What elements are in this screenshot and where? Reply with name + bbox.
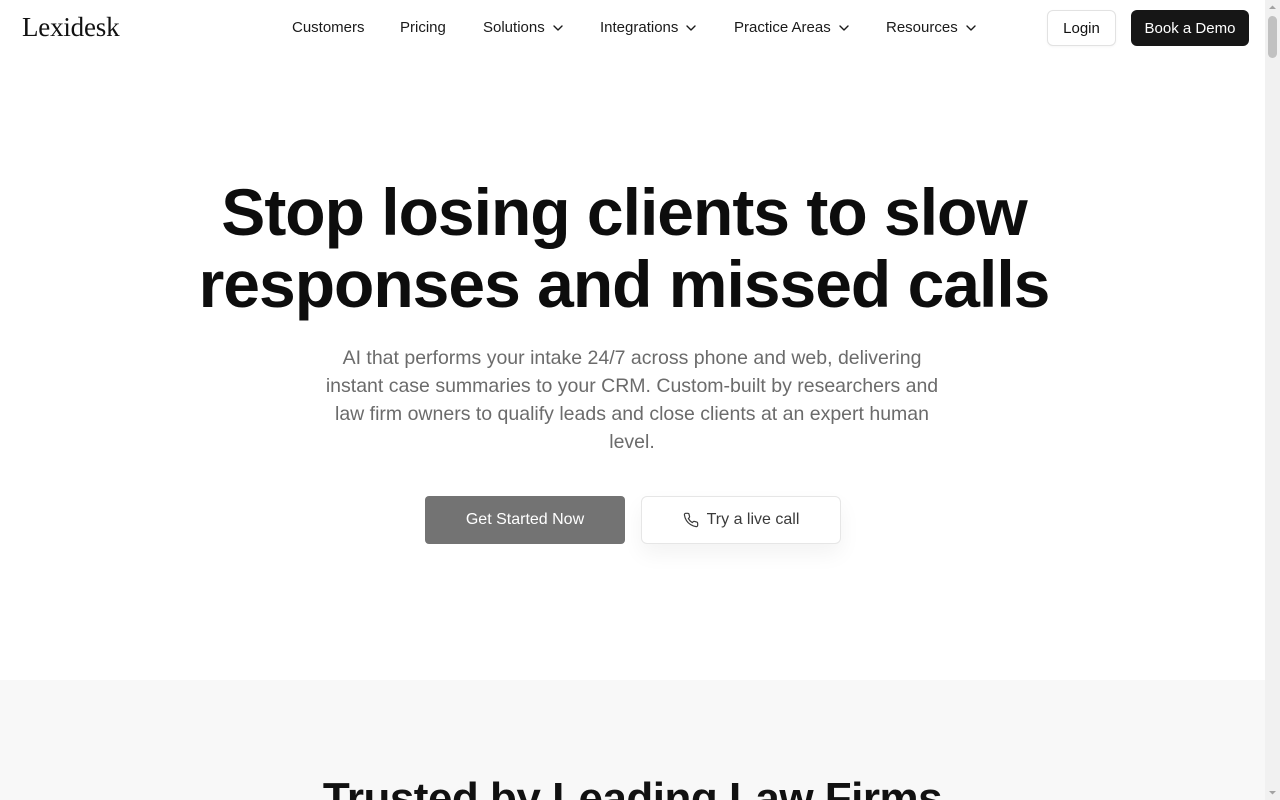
chevron-down-icon xyxy=(684,21,698,35)
nav-item-solutions[interactable]: Solutions xyxy=(483,19,565,36)
vertical-scrollbar[interactable] xyxy=(1265,0,1280,800)
get-started-button[interactable]: Get Started Now xyxy=(425,496,625,544)
nav-item-label: Pricing xyxy=(400,19,446,36)
try-live-call-button[interactable]: Try a live call xyxy=(641,496,841,544)
chevron-down-icon xyxy=(964,21,978,35)
site-header: Lexidesk Customers Pricing Solutions Int… xyxy=(0,0,1265,56)
logo[interactable]: Lexidesk xyxy=(22,12,120,43)
nav-item-label: Practice Areas xyxy=(734,19,831,36)
nav-item-customers[interactable]: Customers xyxy=(292,19,365,36)
scrollbar-thumb[interactable] xyxy=(1268,16,1277,58)
page-content: Lexidesk Customers Pricing Solutions Int… xyxy=(0,0,1265,800)
book-demo-button[interactable]: Book a Demo xyxy=(1131,10,1249,46)
nav-item-label: Solutions xyxy=(483,19,545,36)
scroll-down-arrow-icon[interactable] xyxy=(1265,785,1280,800)
nav-item-resources[interactable]: Resources xyxy=(886,19,978,36)
hero-title: Stop losing clients to slow responses an… xyxy=(0,176,1248,320)
nav-item-integrations[interactable]: Integrations xyxy=(600,19,698,36)
nav-item-label: Resources xyxy=(886,19,958,36)
trusted-section: Trusted by Leading Law Firms xyxy=(0,680,1265,800)
scroll-up-arrow-icon[interactable] xyxy=(1265,0,1280,15)
hero-title-line-2: responses and missed calls xyxy=(198,247,1051,321)
chevron-down-icon xyxy=(551,21,565,35)
nav-item-pricing[interactable]: Pricing xyxy=(400,19,446,36)
chevron-down-icon xyxy=(837,21,851,35)
try-live-call-label: Try a live call xyxy=(706,511,800,528)
nav-item-practice-areas[interactable]: Practice Areas xyxy=(734,19,851,36)
page: Lexidesk Customers Pricing Solutions Int… xyxy=(0,0,1280,800)
nav-item-label: Integrations xyxy=(600,19,679,36)
trusted-title: Trusted by Leading Law Firms xyxy=(322,774,943,800)
login-button[interactable]: Login xyxy=(1047,10,1116,46)
hero-subtitle: AI that performs your intake 24/7 across… xyxy=(325,347,939,453)
phone-icon xyxy=(683,512,699,528)
hero-title-line-1: Stop losing clients to slow xyxy=(221,175,1027,249)
nav-item-label: Customers xyxy=(292,19,365,36)
